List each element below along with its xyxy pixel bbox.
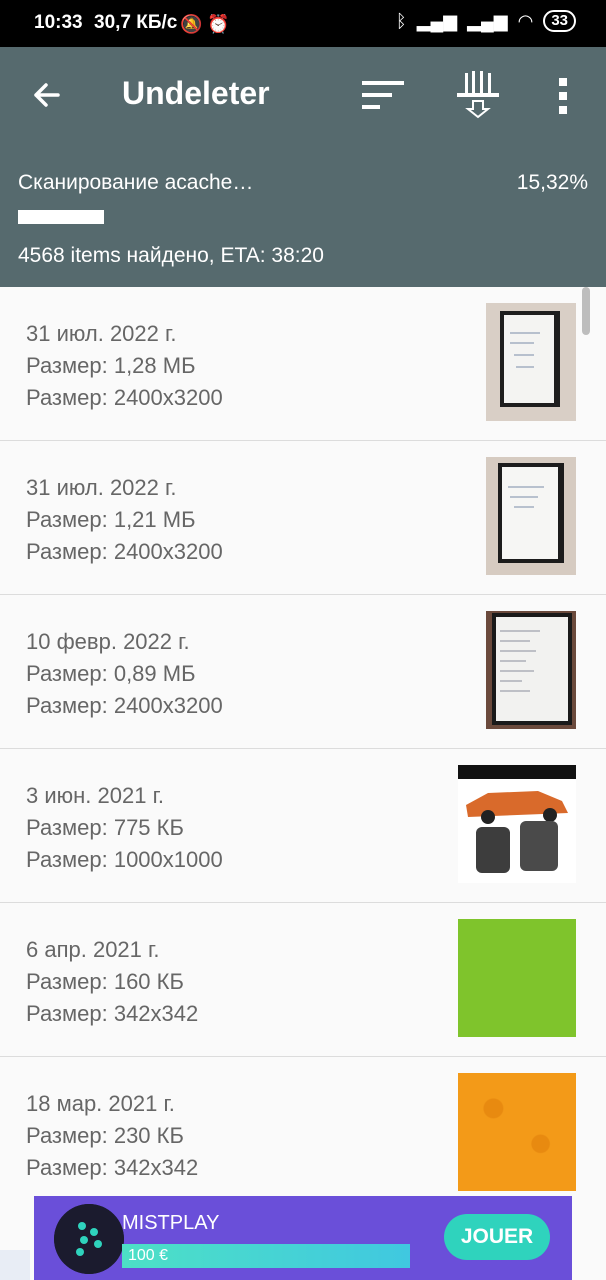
list-item[interactable]: 6 апр. 2021 г. Размер: 160 КБ Размер: 34… <box>0 903 606 1057</box>
item-dimensions: Размер: 1000x1000 <box>26 847 223 872</box>
list-item[interactable]: 18 мар. 2021 г. Размер: 230 КБ Размер: 3… <box>0 1057 606 1210</box>
item-size: Размер: 775 КБ <box>26 815 184 840</box>
item-date: 31 июл. 2022 г. <box>26 321 177 346</box>
signal-icon: ▂▄▆ <box>416 10 458 31</box>
list-item[interactable]: 31 июл. 2022 г. Размер: 1,28 МБ Размер: … <box>0 287 606 441</box>
ad-progress-bar: 100 € <box>122 1244 410 1268</box>
item-size: Размер: 1,28 МБ <box>26 353 196 378</box>
battery-indicator: 33 <box>543 10 576 32</box>
item-dimensions: Размер: 2400x3200 <box>26 539 223 564</box>
car-thumbnail <box>458 765 576 883</box>
status-speed: 30,7 КБ/с <box>94 12 178 33</box>
ad-title: MISTPLAY <box>122 1212 220 1234</box>
item-dimensions: Размер: 2400x3200 <box>26 693 223 718</box>
item-date: 18 мар. 2021 г. <box>26 1091 175 1116</box>
item-date: 3 июн. 2021 г. <box>26 783 165 808</box>
ad-choices-icon[interactable] <box>0 1250 30 1280</box>
bluetooth-icon: ᛒ <box>395 10 407 31</box>
ad-banner[interactable]: MISTPLAY 100 € JOUER <box>34 1196 572 1280</box>
status-time: 10:33 <box>34 12 83 33</box>
scan-percent: 15,32% <box>516 171 588 194</box>
orange-pattern-thumbnail <box>458 1073 576 1191</box>
list-item[interactable]: 3 июн. 2021 г. Размер: 775 КБ Размер: 10… <box>0 749 606 903</box>
list-item[interactable]: 31 июл. 2022 г. Размер: 1,21 МБ Размер: … <box>0 441 606 595</box>
file-list: 31 июл. 2022 г. Размер: 1,28 МБ Размер: … <box>0 287 606 1210</box>
green-pattern-thumbnail <box>458 919 576 1037</box>
back-arrow-icon[interactable] <box>28 75 68 115</box>
list-item[interactable]: 10 февр. 2022 г. Размер: 0,89 МБ Размер:… <box>0 595 606 749</box>
notebook-thumbnail <box>486 611 576 729</box>
alarm-icon: 🔕 ⏰ <box>180 14 230 34</box>
item-dimensions: Размер: 2400x3200 <box>26 385 223 410</box>
notebook-thumbnail <box>486 457 576 575</box>
more-options-icon[interactable] <box>552 75 574 117</box>
status-bar: 10:33 30,7 КБ/с 🔕 ⏰ ᛒ ▂▄▆ ▂▄▆ ◠ 33 <box>0 0 606 47</box>
scan-progress-bar <box>18 210 104 224</box>
app-bar: Undeleter Сканирование acache… 15,32% 45… <box>0 47 606 287</box>
status-right: ᛒ ▂▄▆ ▂▄▆ ◠ 33 <box>396 10 576 32</box>
item-size: Размер: 230 КБ <box>26 1123 184 1148</box>
wifi-icon: ◠ <box>517 10 534 31</box>
notebook-thumbnail <box>486 303 576 421</box>
item-date: 6 апр. 2021 г. <box>26 937 160 962</box>
scrollbar[interactable] <box>582 287 590 335</box>
item-date: 10 февр. 2022 г. <box>26 629 190 654</box>
mistplay-logo-icon <box>54 1204 124 1274</box>
item-dimensions: Размер: 342x342 <box>26 1155 199 1180</box>
sort-icon[interactable] <box>360 77 406 113</box>
item-date: 31 июл. 2022 г. <box>26 475 177 500</box>
item-dimensions: Размер: 342x342 <box>26 1001 199 1026</box>
item-size: Размер: 160 КБ <box>26 969 184 994</box>
page-title: Undeleter <box>122 75 270 111</box>
scan-status: Сканирование acache… <box>18 171 254 194</box>
found-count: 4568 items найдено, ETA: 38:20 <box>18 244 324 267</box>
item-size: Размер: 0,89 МБ <box>26 661 196 686</box>
ad-play-button[interactable]: JOUER <box>444 1214 550 1260</box>
signal-roaming-icon: ▂▄▆ <box>467 10 508 31</box>
item-size: Размер: 1,21 МБ <box>26 507 196 532</box>
filter-icon[interactable] <box>455 71 501 119</box>
